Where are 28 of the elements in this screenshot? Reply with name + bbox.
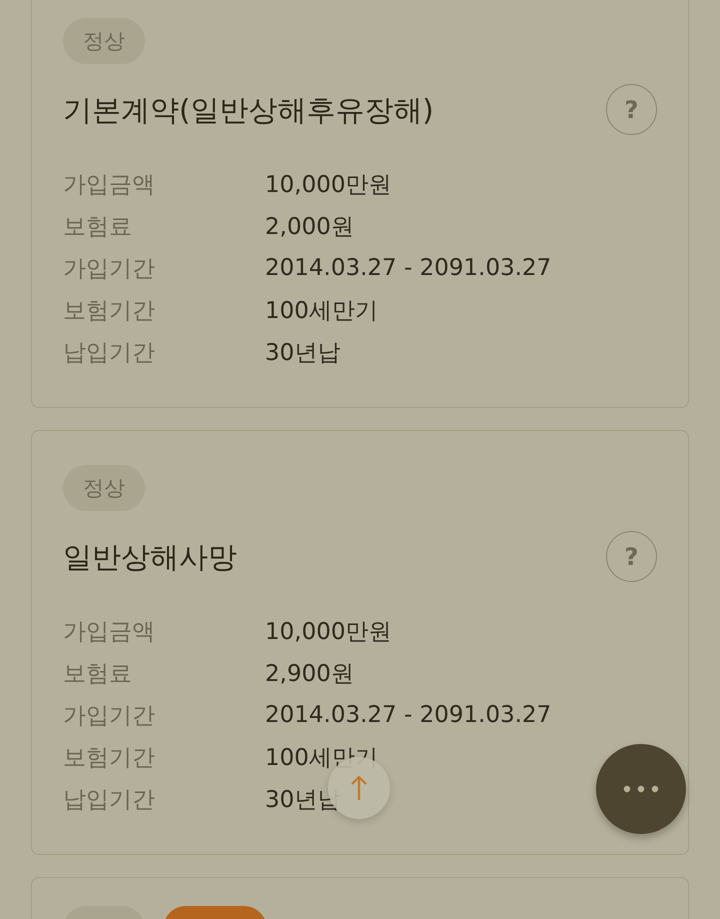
field-label: 가입기간 bbox=[63, 254, 155, 284]
field-value: 10,000만원 bbox=[265, 618, 392, 646]
field-value: 2014.03.27 - 2091.03.27 bbox=[265, 702, 552, 728]
field-label: 가입금액 bbox=[63, 618, 155, 646]
coverage-title: 기본계약(일반상해후유장해) bbox=[63, 92, 434, 128]
field-label: 보험료 bbox=[63, 660, 132, 688]
field-label: 보험기간 bbox=[63, 296, 155, 326]
field-value: 100세만기 bbox=[265, 296, 378, 326]
field-label: 가입기간 bbox=[63, 702, 155, 730]
field-value: 2014.03.27 - 2091.03.27 bbox=[265, 255, 552, 281]
field-label: 가입금액 bbox=[63, 170, 155, 200]
field-label: 보험료 bbox=[63, 212, 132, 242]
field-value: 30년납 bbox=[265, 338, 340, 368]
help-button[interactable]: ? bbox=[606, 531, 657, 582]
help-button[interactable]: ? bbox=[606, 84, 657, 135]
more-icon bbox=[623, 785, 659, 793]
arrow-up-icon bbox=[351, 775, 367, 801]
status-badge: 정상 bbox=[63, 465, 145, 511]
field-value: 10,000만원 bbox=[265, 170, 392, 200]
field-value: 30년납 bbox=[265, 786, 340, 814]
status-badge: 정상 bbox=[63, 18, 145, 64]
field-label: 보험기간 bbox=[63, 744, 155, 772]
field-label: 납입기간 bbox=[63, 786, 155, 814]
field-value: 2,900원 bbox=[265, 660, 354, 688]
field-label: 납입기간 bbox=[63, 338, 155, 368]
coverage-title: 일반상해사망 bbox=[63, 538, 237, 576]
field-value: 2,000원 bbox=[265, 212, 354, 242]
field-value: 100세만기 bbox=[265, 744, 378, 772]
